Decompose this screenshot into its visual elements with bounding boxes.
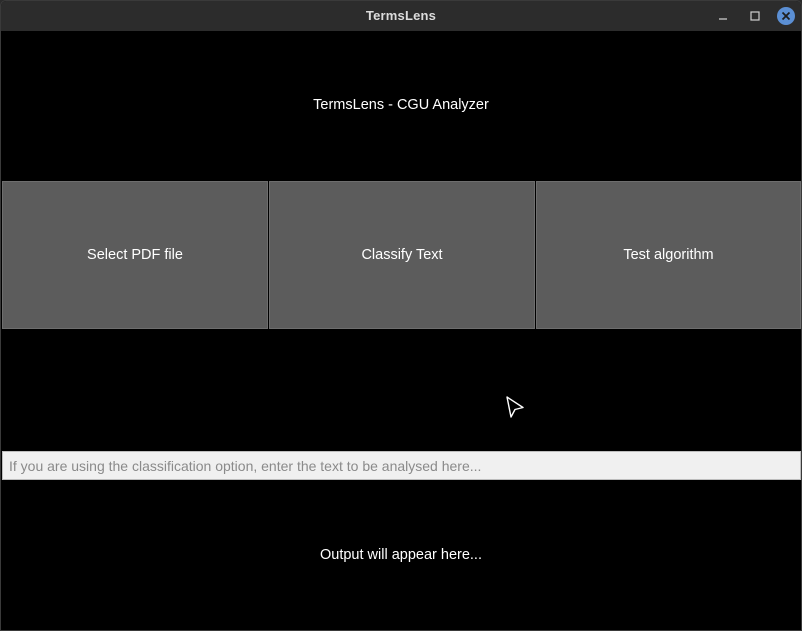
title-bar[interactable]: TermsLens bbox=[1, 1, 801, 31]
minimize-icon bbox=[719, 18, 727, 20]
app-heading: TermsLens - CGU Analyzer bbox=[313, 97, 489, 113]
mouse-cursor-icon bbox=[506, 396, 524, 418]
maximize-icon bbox=[750, 11, 760, 21]
maximize-button[interactable] bbox=[746, 7, 764, 25]
classify-text-button[interactable]: Classify Text bbox=[269, 181, 535, 329]
output-label: Output will appear here... bbox=[319, 547, 482, 563]
app-window: TermsLens TermsLens - CGU Analyzer Selec… bbox=[0, 0, 802, 631]
close-icon bbox=[781, 11, 791, 21]
main-content: TermsLens - CGU Analyzer Select PDF file… bbox=[1, 31, 801, 630]
test-algorithm-button[interactable]: Test algorithm bbox=[536, 181, 801, 329]
text-to-analyse-input[interactable] bbox=[2, 451, 801, 480]
window-title: TermsLens bbox=[365, 8, 437, 23]
close-button[interactable] bbox=[777, 7, 795, 25]
select-pdf-button[interactable]: Select PDF file bbox=[2, 181, 268, 329]
minimize-button[interactable] bbox=[714, 7, 732, 25]
